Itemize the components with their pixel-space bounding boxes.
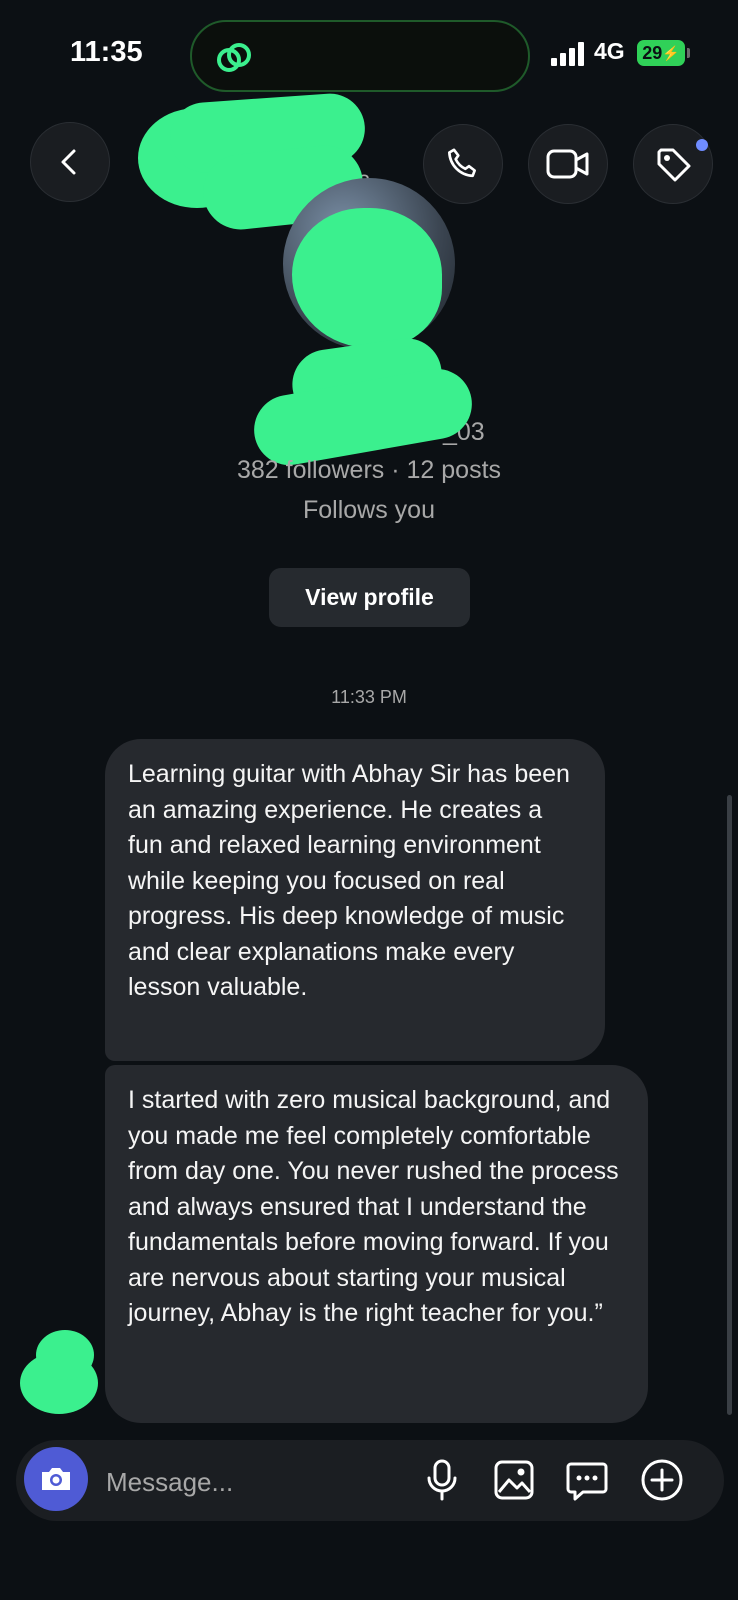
profile-stats: 382 followers · 12 posts	[236, 456, 502, 484]
redaction-mark	[36, 1330, 94, 1380]
tag-icon	[657, 148, 691, 182]
threads-icon	[217, 43, 251, 72]
more-button[interactable]	[638, 1456, 686, 1504]
battery-icon: 29 ⚡	[637, 40, 685, 66]
gallery-button[interactable]	[490, 1456, 538, 1504]
message-bubble[interactable]: I started with zero musical background, …	[105, 1065, 648, 1423]
camera-icon	[42, 1468, 70, 1490]
video-icon	[546, 149, 589, 179]
network-type: 4G	[594, 38, 625, 64]
video-call-button[interactable]	[528, 124, 608, 204]
dynamic-island	[190, 20, 530, 92]
gallery-icon	[494, 1460, 534, 1500]
tag-button[interactable]	[633, 124, 713, 204]
notification-dot	[696, 139, 708, 151]
phone-icon	[448, 148, 476, 178]
plus-icon	[641, 1459, 683, 1501]
signal-icon	[551, 42, 584, 66]
follows-you-label: Follows you	[303, 496, 435, 524]
back-icon	[61, 149, 76, 175]
back-button[interactable]	[30, 122, 110, 202]
voice-message-button[interactable]	[418, 1456, 466, 1504]
camera-button[interactable]	[24, 1447, 88, 1511]
battery-tip	[687, 48, 690, 58]
message-input[interactable]	[104, 1464, 398, 1500]
message-bubble[interactable]: Learning guitar with Abhay Sir has been …	[105, 739, 605, 1061]
sticker-button[interactable]	[563, 1456, 611, 1504]
battery-level: 29	[642, 42, 663, 63]
message-timestamp: 11:33 PM	[331, 687, 407, 707]
view-profile-button[interactable]: View profile	[269, 568, 470, 627]
microphone-icon	[427, 1459, 457, 1501]
status-time: 11:35	[70, 36, 143, 68]
scrollbar[interactable]	[727, 795, 732, 1415]
sticker-icon	[566, 1462, 608, 1501]
audio-call-button[interactable]	[423, 124, 503, 204]
